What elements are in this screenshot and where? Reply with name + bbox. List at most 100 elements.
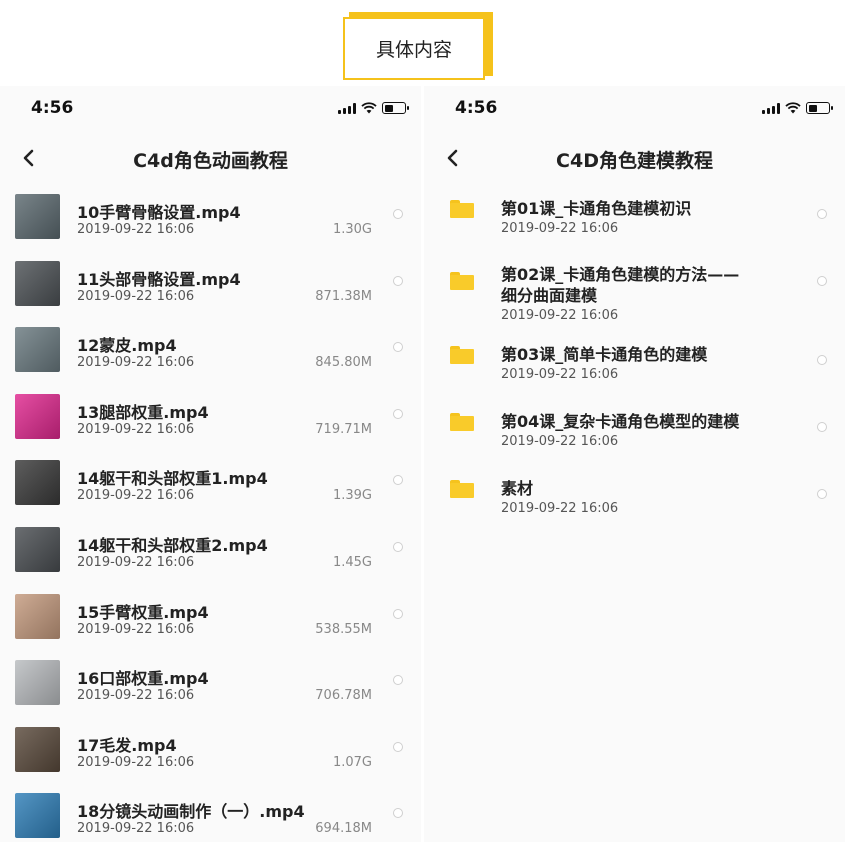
status-bar: 4:56 xyxy=(424,86,845,130)
select-radio[interactable] xyxy=(393,608,403,619)
thumbnail-shade xyxy=(15,327,60,373)
folder-icon xyxy=(450,413,474,431)
file-name: 10手臂骨骼设置.mp4 xyxy=(77,203,241,222)
file-date: 2019-09-22 16:06 xyxy=(77,754,195,770)
thumbnail-shade xyxy=(15,460,60,506)
thumbnail-shade xyxy=(15,393,60,439)
video-thumbnail xyxy=(15,460,60,506)
thumbnail-shade xyxy=(15,793,60,839)
video-thumbnail xyxy=(15,194,60,239)
thumbnail-shade xyxy=(15,194,60,239)
folder-body xyxy=(450,483,474,498)
file-size: 1.45G xyxy=(332,554,372,570)
file-size: 1.39G xyxy=(332,488,372,504)
video-thumbnail xyxy=(15,526,60,572)
file-row[interactable]: 14躯干和头部权重2.mp4 2019-09-22 16:06 1.45G xyxy=(0,517,421,584)
folder-row[interactable]: 第02课_卡通角色建模的方法—— 细分曲面建模 2019-09-22 16:06 xyxy=(424,250,845,330)
file-date: 2019-09-22 16:06 xyxy=(77,688,195,704)
file-row[interactable]: 10手臂骨骼设置.mp4 2019-09-22 16:06 1.30G xyxy=(0,184,421,251)
select-radio[interactable] xyxy=(393,209,403,219)
file-date: 2019-09-22 16:06 xyxy=(77,421,195,437)
file-size: 538.55M xyxy=(315,621,372,637)
file-row[interactable]: 18分镜头动画制作（一）.mp4 2019-09-22 16:06 694.18M xyxy=(0,783,421,842)
thumbnail-shade xyxy=(15,593,60,639)
status-icons xyxy=(338,102,409,114)
folder-name-line: 素材 xyxy=(501,479,534,498)
select-radio[interactable] xyxy=(817,276,827,286)
select-radio[interactable] xyxy=(393,342,403,353)
file-size: 719.71M xyxy=(315,421,372,437)
file-name: 17毛发.mp4 xyxy=(77,735,177,755)
folder-name: 第02课_卡通角色建模的方法—— 细分曲面建模 xyxy=(501,264,739,306)
nav-bar: C4d角色动画教程 xyxy=(0,136,421,180)
folder-icon xyxy=(450,346,474,364)
folder-name-line: 细分曲面建模 xyxy=(501,286,598,305)
file-name: 13腿部权重.mp4 xyxy=(77,402,209,422)
file-date: 2019-09-22 16:06 xyxy=(77,621,195,637)
select-radio[interactable] xyxy=(817,422,827,432)
folder-date: 2019-09-22 16:06 xyxy=(501,308,619,323)
folder-body xyxy=(450,203,474,218)
file-row[interactable]: 12蒙皮.mp4 2019-09-22 16:06 845.80M xyxy=(0,317,421,384)
folder-date: 2019-09-22 16:06 xyxy=(501,434,619,449)
video-thumbnail xyxy=(15,593,60,639)
file-row[interactable]: 16口部权重.mp4 2019-09-22 16:06 706.78M xyxy=(0,650,421,717)
file-row[interactable]: 15手臂权重.mp4 2019-09-22 16:06 538.55M xyxy=(0,584,421,651)
file-name: 16口部权重.mp4 xyxy=(77,669,209,689)
file-row[interactable]: 13腿部权重.mp4 2019-09-22 16:06 719.71M xyxy=(0,384,421,451)
folder-row[interactable]: 第01课_卡通角色建模初识 2019-09-22 16:06 xyxy=(424,184,845,251)
select-radio[interactable] xyxy=(393,675,403,686)
file-size: 1.30G xyxy=(332,222,372,237)
folder-name: 第03课_简单卡通角色的建模 xyxy=(501,344,707,365)
select-radio[interactable] xyxy=(817,489,827,499)
thumbnail-shade xyxy=(15,260,60,306)
file-row[interactable]: 17毛发.mp4 2019-09-22 16:06 1.07G xyxy=(0,717,421,784)
folder-body xyxy=(450,416,474,431)
select-radio[interactable] xyxy=(817,209,827,219)
select-radio[interactable] xyxy=(393,541,403,552)
folder-row[interactable]: 素材 2019-09-22 16:06 xyxy=(424,464,845,531)
select-radio[interactable] xyxy=(393,408,403,419)
thumbnail-shade xyxy=(15,660,60,706)
select-radio[interactable] xyxy=(393,741,403,752)
folder-icon xyxy=(450,480,474,498)
video-thumbnail xyxy=(15,393,60,439)
select-radio[interactable] xyxy=(393,475,403,486)
file-date: 2019-09-22 16:06 xyxy=(77,488,195,504)
folder-body xyxy=(450,275,474,290)
file-row[interactable]: 14躯干和头部权重1.mp4 2019-09-22 16:06 1.39G xyxy=(0,450,421,517)
folder-date: 2019-09-22 16:06 xyxy=(501,501,619,516)
folder-name: 素材 xyxy=(501,478,533,499)
folder-icon xyxy=(450,272,474,290)
folder-date: 2019-09-22 16:06 xyxy=(501,367,619,382)
signal-icon xyxy=(762,102,780,114)
select-radio[interactable] xyxy=(817,355,827,365)
left-phone-screen: 4:56 C4d角色动画教程 10手臂骨骼设置.mp4 2019-09-22 16… xyxy=(0,86,421,842)
file-date: 2019-09-22 16:06 xyxy=(77,355,195,371)
folder-name: 第01课_卡通角色建模初识 xyxy=(501,198,691,219)
select-radio[interactable] xyxy=(393,275,403,286)
nav-bar: C4D角色建模教程 xyxy=(424,136,845,180)
video-thumbnail xyxy=(15,260,60,306)
signal-icon xyxy=(338,102,356,114)
video-thumbnail xyxy=(15,793,60,839)
file-list: 10手臂骨骼设置.mp4 2019-09-22 16:06 1.30G 11头部骨骼设… xyxy=(0,184,421,842)
status-icons xyxy=(762,102,833,114)
file-size: 1.07G xyxy=(332,754,372,770)
tag-label: 具体内容 xyxy=(343,17,485,80)
video-thumbnail xyxy=(15,726,60,772)
folder-name-line: 第04课_复杂卡通角色模型的建模 xyxy=(501,412,740,431)
file-date: 2019-09-22 16:06 xyxy=(77,288,195,304)
folder-row[interactable]: 第04课_复杂卡通角色模型的建模 2019-09-22 16:06 xyxy=(424,397,845,464)
folder-icon xyxy=(450,200,474,218)
select-radio[interactable] xyxy=(393,808,403,819)
status-time: 4:56 xyxy=(31,98,74,118)
file-date: 2019-09-22 16:06 xyxy=(77,222,195,237)
folder-body xyxy=(450,349,474,364)
wifi-icon xyxy=(361,102,377,114)
file-name: 14躯干和头部权重1.mp4 xyxy=(77,469,268,489)
folder-row[interactable]: 第03课_简单卡通角色的建模 2019-09-22 16:06 xyxy=(424,330,845,397)
folder-name-line: 第01课_卡通角色建模初识 xyxy=(501,199,692,218)
file-row[interactable]: 11头部骨骼设置.mp4 2019-09-22 16:06 871.38M xyxy=(0,251,421,318)
wifi-icon xyxy=(785,102,801,114)
